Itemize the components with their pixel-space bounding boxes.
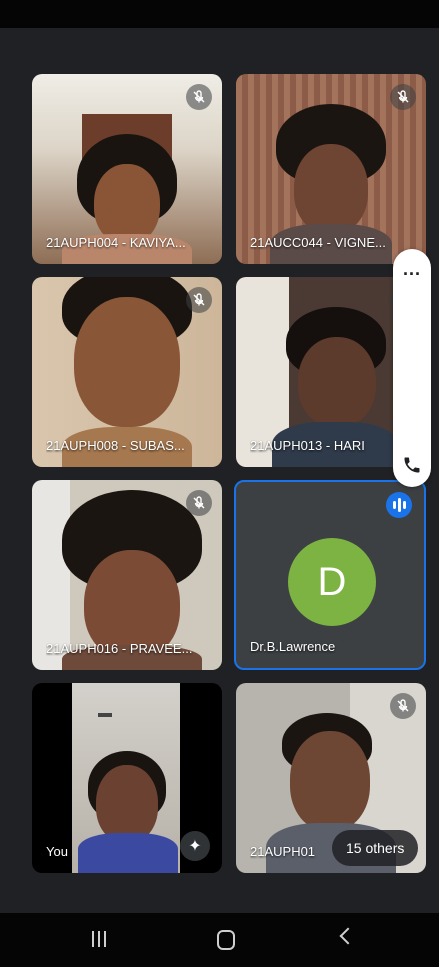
avatar: D bbox=[288, 538, 376, 626]
participant-name: 21AUPH016 - PRAVEE... bbox=[46, 641, 193, 656]
back-icon[interactable] bbox=[339, 927, 357, 945]
floating-call-panel[interactable]: ... bbox=[393, 249, 431, 487]
mic-off-icon bbox=[390, 84, 416, 110]
effects-sparkle-icon[interactable]: ✦ bbox=[180, 831, 210, 861]
participant-name: 21AUCC044 - VIGNE... bbox=[250, 235, 386, 250]
participant-name: 21AUPH004 - KAVIYA... bbox=[46, 235, 186, 250]
more-options-icon[interactable]: ... bbox=[393, 259, 431, 280]
participant-name: 21AUPH01 bbox=[250, 844, 316, 859]
participant-name: 21AUPH013 - HARI bbox=[250, 438, 365, 453]
system-navigation-bar bbox=[0, 913, 439, 967]
recent-apps-icon[interactable] bbox=[92, 931, 106, 947]
participant-tile[interactable]: 21AUPH016 - PRAVEE... bbox=[32, 480, 222, 670]
home-icon[interactable] bbox=[217, 930, 235, 950]
participant-tile[interactable]: 21AUPH004 - KAVIYA... bbox=[32, 74, 222, 264]
mic-off-icon bbox=[186, 84, 212, 110]
participant-name: Dr.B.Lawrence bbox=[250, 639, 336, 654]
mic-off-icon bbox=[186, 490, 212, 516]
participant-name: You bbox=[46, 844, 68, 859]
mic-off-icon bbox=[186, 287, 212, 313]
participant-grid: 21AUPH004 - KAVIYA... 21AUCC044 - VIGNE.… bbox=[0, 0, 439, 967]
mic-off-icon bbox=[390, 693, 416, 719]
phone-icon[interactable] bbox=[402, 455, 422, 475]
participant-name: 21AUPH008 - SUBAS... bbox=[46, 438, 185, 453]
self-view-tile[interactable]: ✦ You bbox=[32, 683, 222, 873]
participant-tile[interactable]: 21AUCC044 - VIGNE... bbox=[236, 74, 426, 264]
participant-tile[interactable]: 21AUPH008 - SUBAS... bbox=[32, 277, 222, 467]
participant-tile-active-speaker[interactable]: D Dr.B.Lawrence bbox=[234, 480, 426, 670]
speaking-indicator-icon bbox=[386, 492, 412, 518]
others-count-button[interactable]: 15 others bbox=[332, 830, 419, 866]
